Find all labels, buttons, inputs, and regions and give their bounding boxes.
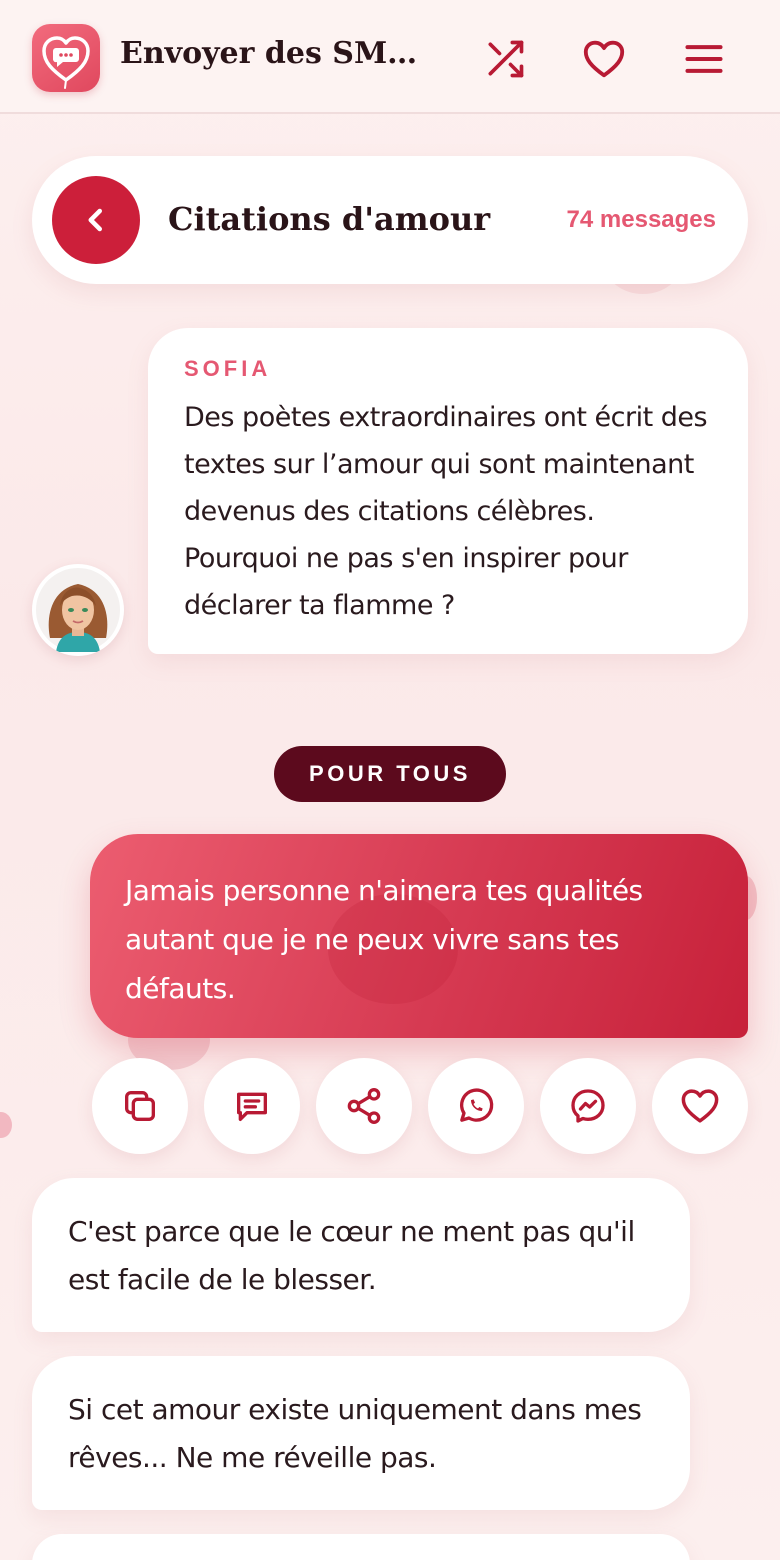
chat-heart-logo-icon: [42, 36, 90, 89]
menu-button[interactable]: [679, 34, 729, 84]
app-logo[interactable]: [32, 24, 100, 92]
author-name: SOFIA: [184, 356, 272, 381]
category-title: Citations d'amour: [168, 200, 491, 238]
message-text: Si cet amour existe uniquement dans mes …: [68, 1393, 642, 1474]
favorite-button[interactable]: [652, 1058, 748, 1154]
messenger-button[interactable]: [540, 1058, 636, 1154]
featured-message[interactable]: Jamais personne n'aimera tes qualités au…: [90, 834, 748, 1038]
copy-icon: [125, 1091, 155, 1121]
messenger-icon: [571, 1089, 605, 1123]
app-header: Envoyer des SMS d'amour: [0, 0, 780, 114]
share-icon: [347, 1088, 381, 1125]
sms-icon: [237, 1092, 267, 1121]
message-actions: [92, 1058, 748, 1154]
favorites-button[interactable]: [579, 34, 629, 84]
intro-bubble: SOFIA Des poètes extraordinaires ont écr…: [148, 328, 748, 654]
app-title: Envoyer des SMS d'amour: [120, 36, 425, 71]
decorative-bubble: [0, 1112, 12, 1138]
heart-icon: [583, 40, 625, 78]
heart-icon: [681, 1089, 719, 1123]
featured-message-text: Jamais personne n'aimera tes qualités au…: [125, 874, 643, 1005]
message-count: 74 messages: [566, 206, 716, 233]
category-header: Citations d'amour 74 messages: [32, 156, 748, 284]
section-label: POUR TOUS: [274, 746, 506, 802]
message-card[interactable]: [32, 1534, 690, 1560]
woman-avatar-icon: [36, 568, 120, 652]
message-card[interactable]: C'est parce que le cœur ne ment pas qu'i…: [32, 1178, 690, 1332]
shuffle-icon: [488, 40, 524, 78]
share-button[interactable]: [316, 1058, 412, 1154]
whatsapp-icon: [459, 1088, 494, 1122]
whatsapp-button[interactable]: [428, 1058, 524, 1154]
sms-button[interactable]: [204, 1058, 300, 1154]
back-button[interactable]: [52, 176, 140, 264]
copy-button[interactable]: [92, 1058, 188, 1154]
intro-text: Des poètes extraordinaires ont écrit des…: [184, 402, 708, 621]
message-text: C'est parce que le cœur ne ment pas qu'i…: [68, 1215, 635, 1296]
avatar: [32, 564, 124, 656]
hamburger-menu-icon: [685, 45, 723, 73]
chevron-left-icon: [88, 208, 102, 232]
shuffle-button[interactable]: [480, 34, 530, 84]
message-card[interactable]: Si cet amour existe uniquement dans mes …: [32, 1356, 690, 1510]
